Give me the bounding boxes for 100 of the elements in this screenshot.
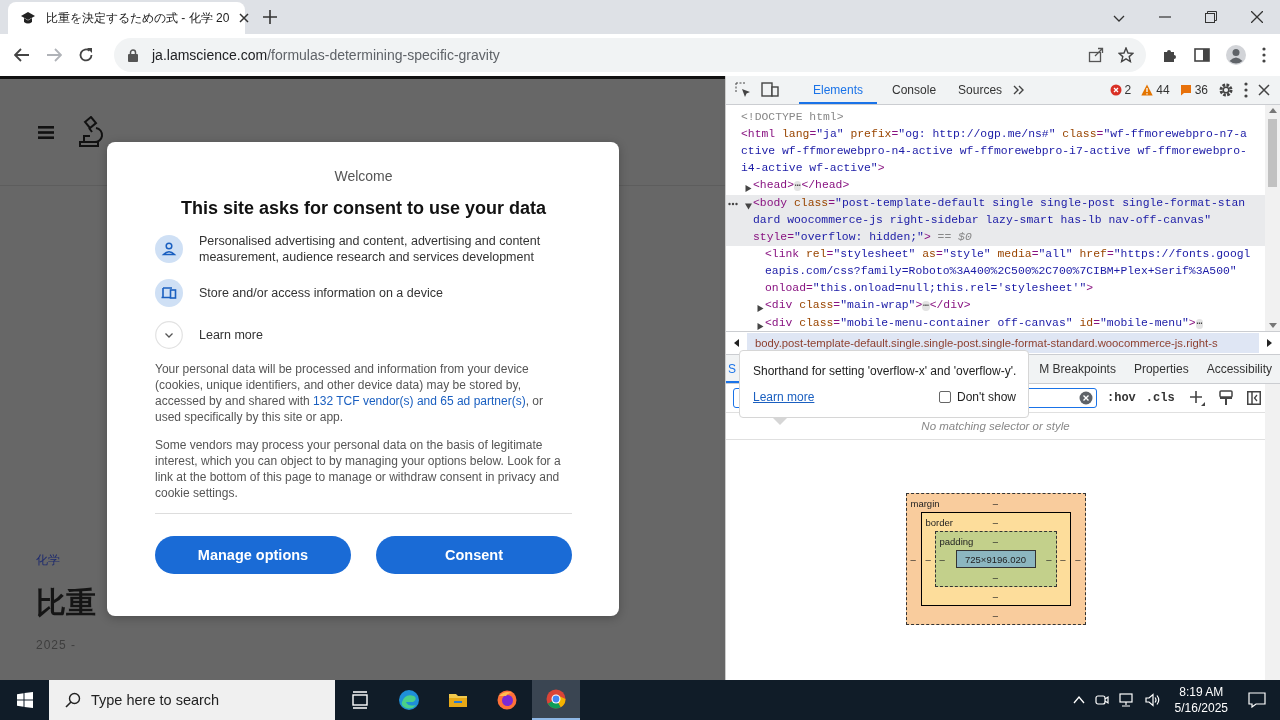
code-line[interactable]: dard woocommerce-js right-sidebar lazy-smart has-lb nav-off-canvas" [753, 212, 1246, 229]
avatar-icon[interactable] [1226, 45, 1246, 65]
box-value: – [939, 553, 945, 565]
issue-count[interactable]: 36 [1194, 83, 1208, 97]
code-line[interactable]: onload="this.onload=null;this.rel='stylesheet'"> [765, 280, 1251, 297]
chevron-down-icon[interactable] [1113, 15, 1125, 23]
network-icon[interactable] [1118, 693, 1135, 707]
add-rule-icon[interactable] [1188, 390, 1205, 406]
vendors-link[interactable]: 132 TCF vendor(s) and 65 ad partner(s) [313, 394, 526, 408]
back-icon[interactable] [14, 48, 30, 62]
dialog-button[interactable]: Manage options [155, 536, 351, 574]
breadcrumb[interactable]: body.post-template-default.single.single-post.single-format-standard.woocommerce-js.right-s [747, 333, 1259, 353]
search-field[interactable]: Type here to search [49, 680, 335, 720]
scroll-down-icon [1268, 323, 1277, 328]
consent-paragraph: Some vendors may process your personal data on the basis of legitimate interest, which you can object to by managing your options below. Look for a link at the bottom of this page to manage or withdraw consent in privacy and cookie settings. [155, 437, 562, 501]
collapsed-triangle-icon[interactable] [757, 305, 764, 312]
checkbox[interactable] [939, 391, 951, 403]
code-line[interactable]: style="overflow: hidden;"> == $0 [753, 229, 1246, 246]
address-bar[interactable]: ja.lamscience.com/formulas-determining-specific-gravity [114, 38, 1146, 72]
box-value: – [992, 516, 999, 528]
puzzle-icon[interactable] [1162, 47, 1178, 63]
clear-icon[interactable] [1079, 391, 1093, 405]
chevron-up-icon[interactable] [1072, 696, 1085, 704]
reload-icon[interactable] [78, 47, 94, 63]
code-line[interactable]: <!DOCTYPE html> [741, 109, 844, 126]
issue-count[interactable]: 44 [1156, 83, 1170, 97]
settings-icon[interactable] [1218, 82, 1234, 98]
restore-icon[interactable] [1205, 11, 1217, 23]
expanded-triangle-icon[interactable] [745, 203, 752, 210]
more-tabs-icon[interactable] [1013, 85, 1026, 95]
device-toolbar-icon[interactable] [761, 82, 779, 98]
clock-time[interactable]: 8:19 AM [1174, 684, 1228, 700]
code-line[interactable]: <div class="main-wrap">⋯</div> [765, 297, 971, 315]
notification-icon[interactable] [1248, 692, 1266, 708]
code-line[interactable]: <div class="mobile-menu-container off-canvas" id="mobile-menu">⋯ [765, 315, 1204, 331]
issue-count[interactable]: 2 [1124, 83, 1132, 97]
code-line[interactable]: <body class="post-template-default single single-post single-format-stan [753, 195, 1246, 212]
clock-date[interactable]: 5/16/2025 [1174, 700, 1228, 716]
sidebar-icon[interactable] [1194, 47, 1210, 63]
code-line[interactable]: <link rel="stylesheet" as="style" media="all" href="https://fonts.googl [765, 246, 1251, 263]
box-value: – [925, 553, 931, 565]
learn-more-toggle[interactable]: Learn more [199, 327, 263, 343]
scroll-left-icon[interactable] [734, 339, 739, 347]
panel-tab[interactable]: Properties [1125, 355, 1197, 383]
warning-icon [1141, 84, 1154, 96]
volume-icon[interactable] [1144, 693, 1161, 707]
class-toggle[interactable]: .cls [1145, 391, 1175, 405]
box-label: border [925, 516, 953, 528]
box-label: margin [910, 497, 940, 509]
learn-more-link[interactable]: Learn more [753, 390, 815, 404]
collapsed-triangle-icon[interactable] [757, 323, 764, 330]
box-value: – [1046, 553, 1052, 565]
content-box: 725×9196.020 [955, 550, 1036, 568]
windows-icon[interactable] [17, 692, 33, 708]
share-icon[interactable] [1088, 47, 1104, 63]
close-icon[interactable] [239, 13, 250, 23]
error-icon [1109, 84, 1122, 96]
paint-icon[interactable] [1218, 390, 1233, 406]
menu-icon[interactable] [1262, 47, 1266, 63]
code-line[interactable]: i4-active wf-active"> [741, 160, 1247, 177]
close-icon[interactable] [1258, 84, 1270, 96]
lock-icon [128, 48, 138, 62]
box-value: – [1060, 553, 1066, 565]
browser-icon [399, 690, 419, 710]
microscope-icon[interactable] [76, 116, 104, 148]
devtools-tab[interactable]: Sources [947, 76, 1014, 104]
panel-tab[interactable]: Accessibility [1198, 355, 1280, 383]
scrollbar[interactable] [1265, 384, 1280, 680]
inspect-icon[interactable] [735, 82, 751, 98]
scroll-right-icon[interactable] [1267, 339, 1272, 347]
checkbox-label[interactable]: Don't show [957, 390, 1016, 404]
task-view-icon [350, 690, 370, 710]
star-icon[interactable] [1118, 47, 1134, 63]
devtools-tab[interactable]: Elements [799, 76, 878, 104]
meet-icon[interactable] [1094, 693, 1109, 707]
scrollbar[interactable] [1265, 105, 1280, 331]
new-tab-icon[interactable] [263, 10, 277, 24]
box-value: – [992, 497, 999, 509]
message-icon [1179, 84, 1192, 96]
article-title: 比重 [36, 584, 97, 622]
close-icon[interactable] [1251, 11, 1263, 23]
hover-state-toggle[interactable]: :hov [1107, 391, 1136, 405]
code-line[interactable]: eapis.com/css?family=Roboto%3A400%2C500%2C700%7CIBM+Plex+Serif%3A500" [765, 263, 1251, 280]
code-line[interactable]: ctive wf-ffmorewebpro-n4-active wf-ffmorewebpro-i7-active wf-ffmorewebpro- [741, 143, 1247, 160]
panel-tab[interactable]: M Breakpoints [1031, 355, 1124, 383]
box-value: – [992, 535, 999, 547]
purpose-text: Personalised advertising and content, advertising and content measurement, audience research and services development [199, 233, 542, 265]
box-value: – [992, 590, 999, 602]
taskbar-app[interactable] [532, 680, 580, 720]
more-icon[interactable] [1244, 82, 1248, 98]
box-value: – [910, 553, 916, 565]
devtools-tab[interactable]: Console [881, 76, 948, 104]
code-line[interactable]: <head>⋯</head> [753, 177, 850, 195]
dialog-button[interactable]: Consent [376, 536, 572, 574]
sidebar-toggle-icon[interactable] [1246, 391, 1261, 405]
dialog-title: This site asks for consent to use your data [179, 198, 548, 219]
collapsed-triangle-icon[interactable] [745, 185, 752, 192]
scrollbar-thumb[interactable] [1268, 119, 1277, 187]
device-icon [155, 279, 183, 307]
code-line[interactable]: <html lang="ja" prefix="og: http://ogp.me/ns#" class="wf-ffmorewebpro-n7-a [741, 126, 1247, 143]
